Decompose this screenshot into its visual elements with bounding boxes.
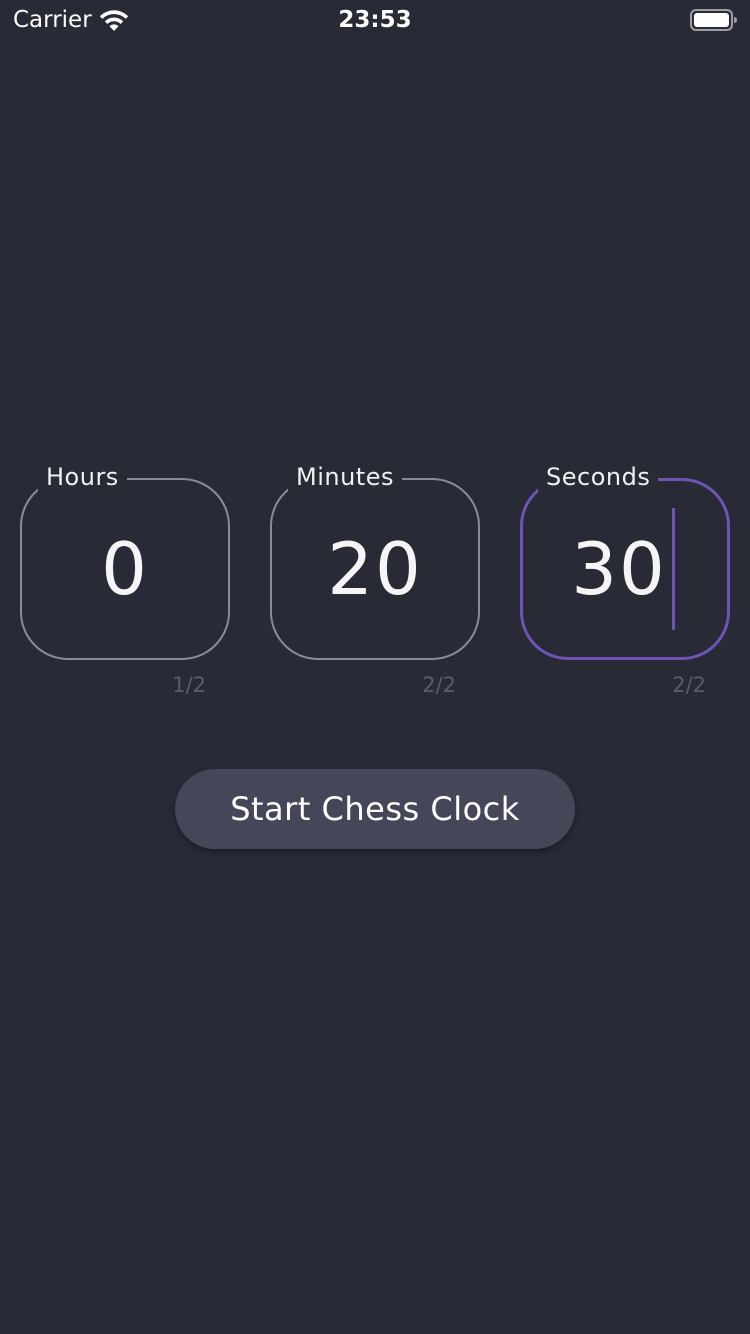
hours-char-counter: 1/2: [172, 673, 206, 697]
status-bar: Carrier 23:53: [0, 0, 750, 40]
battery-icon: [690, 8, 738, 32]
text-cursor: [672, 508, 675, 630]
minutes-char-counter: 2/2: [422, 673, 456, 697]
seconds-char-counter: 2/2: [672, 673, 706, 697]
minutes-field[interactable]: Minutes 20 2/2: [270, 462, 480, 697]
status-time: 23:53: [338, 7, 412, 33]
hours-input[interactable]: 0: [20, 478, 230, 660]
seconds-input[interactable]: 30: [514, 478, 724, 660]
minutes-input[interactable]: 20: [270, 478, 480, 660]
hours-field[interactable]: Hours 0 1/2: [20, 462, 230, 697]
seconds-field[interactable]: Seconds 30 2/2: [520, 462, 730, 697]
start-chess-clock-button[interactable]: Start Chess Clock: [175, 769, 575, 849]
